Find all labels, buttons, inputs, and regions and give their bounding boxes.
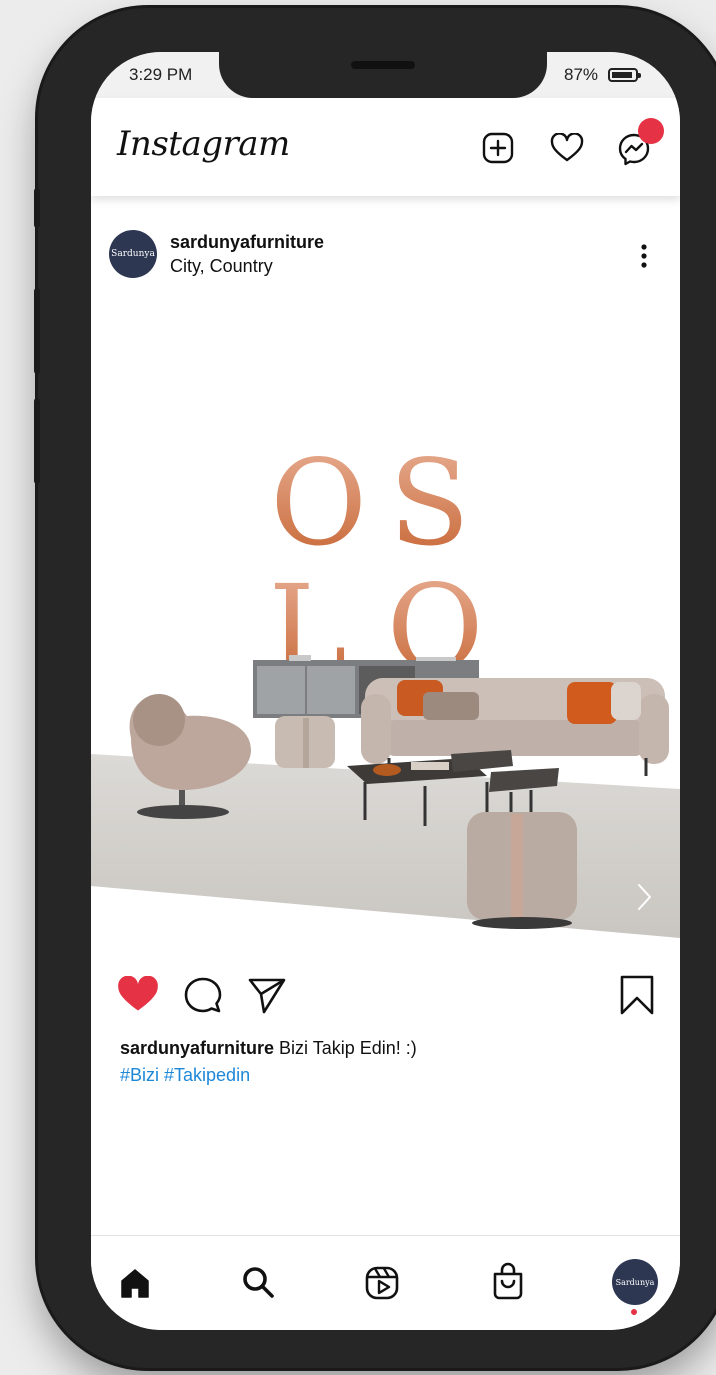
mute-switch: [34, 188, 40, 228]
battery-percent: 87%: [564, 65, 599, 84]
post-username[interactable]: sardunyafurniture: [170, 232, 324, 253]
oslo-line-1: OS: [270, 434, 492, 572]
app-header: Instagram: [91, 98, 680, 196]
speaker: [351, 61, 415, 69]
post-avatar[interactable]: Sardunya: [109, 230, 157, 278]
profile-avatar[interactable]: Sardunya: [612, 1259, 658, 1305]
bookmark-icon[interactable]: [619, 974, 655, 1016]
home-icon[interactable]: [119, 1267, 151, 1299]
post-image[interactable]: OS LO: [91, 334, 680, 984]
furniture-photo: OS LO: [91, 434, 680, 938]
battery-icon: [608, 68, 641, 82]
profile-avatar-text: Sardunya: [615, 1277, 655, 1287]
plus-square-icon[interactable]: [482, 132, 514, 164]
profile-notification-dot: [631, 1309, 637, 1315]
post-location[interactable]: City, Country: [170, 256, 273, 277]
comment-icon[interactable]: [183, 976, 223, 1016]
reels-icon[interactable]: [364, 1265, 400, 1301]
status-time: 3:29 PM: [129, 65, 193, 84]
caption-text: Bizi Takip Edin! :): [279, 1038, 417, 1058]
more-options-icon[interactable]: [640, 243, 648, 269]
volume-down-button: [34, 398, 40, 484]
phone-screen: 3:29 PM 87% Instagram Sardunya sardunyaf…: [91, 52, 680, 1330]
post-caption: sardunyafurniture Bizi Takip Edin! :) #B…: [120, 1035, 417, 1089]
notch: [219, 52, 547, 98]
search-icon[interactable]: [241, 1265, 275, 1299]
volume-up-button: [34, 288, 40, 374]
share-icon[interactable]: [247, 976, 287, 1014]
caption-username[interactable]: sardunyafurniture: [120, 1038, 274, 1058]
shop-icon[interactable]: [491, 1262, 525, 1300]
notification-badge: [638, 118, 664, 144]
avatar-text: Sardunya: [111, 249, 155, 259]
instagram-logo[interactable]: Instagram: [117, 124, 290, 164]
heart-icon[interactable]: [550, 133, 584, 163]
heart-filled-icon[interactable]: [117, 976, 159, 1013]
caption-hashtags[interactable]: #Bizi #Takipedin: [120, 1065, 250, 1085]
